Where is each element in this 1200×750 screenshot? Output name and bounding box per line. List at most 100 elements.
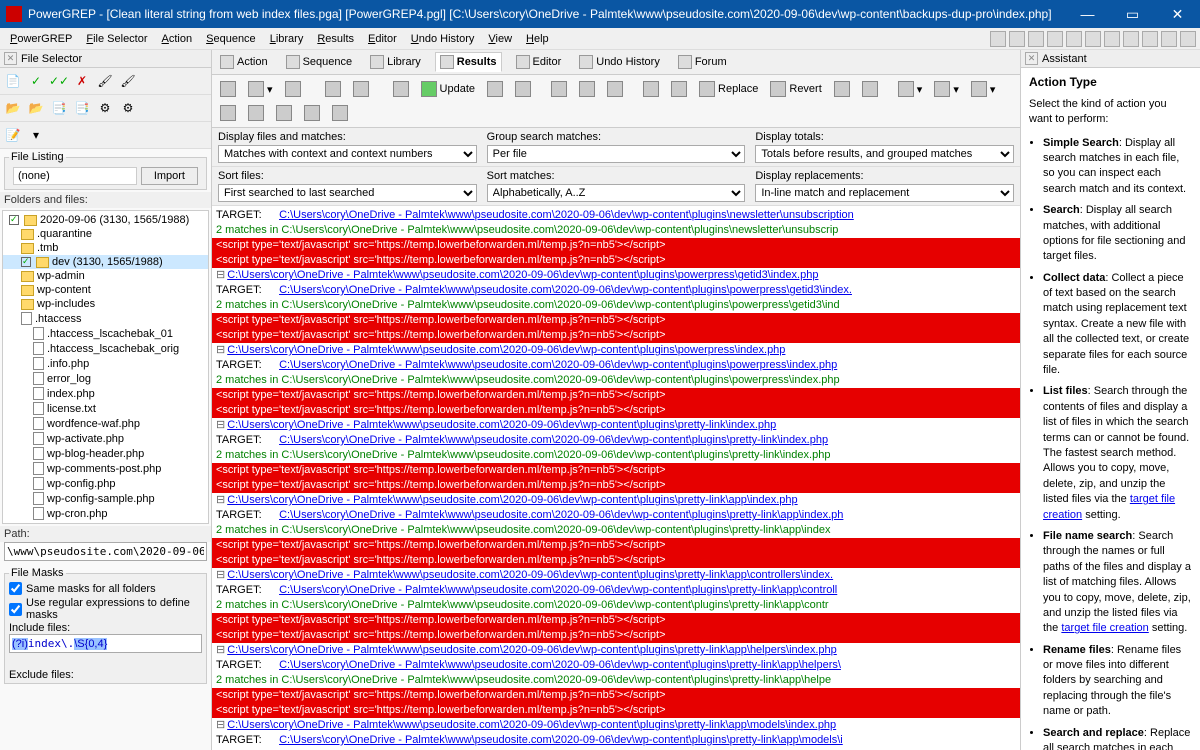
tree-item[interactable]: wp-blog-header.php bbox=[3, 446, 208, 461]
tree-item[interactable]: wordfence-waf.php bbox=[3, 416, 208, 431]
fs-btn[interactable]: 📑 bbox=[48, 97, 70, 119]
tree-item[interactable]: wp-config-sample.php bbox=[3, 491, 208, 506]
result-file-link[interactable]: C:\Users\cory\OneDrive - Palmtek\www\pse… bbox=[212, 268, 1020, 283]
result-match-line[interactable]: <script type='text/javascript' src='http… bbox=[212, 328, 1020, 343]
result-target[interactable]: TARGET: C:\Users\cory\OneDrive - Palmtek… bbox=[212, 733, 1020, 748]
replacements-select[interactable]: In-line match and replacement bbox=[755, 184, 1014, 202]
result-match-line[interactable]: <script type='text/javascript' src='http… bbox=[212, 463, 1020, 478]
fs-btn[interactable]: 📑 bbox=[71, 97, 93, 119]
tree-item[interactable]: wp-includes bbox=[3, 297, 208, 311]
result-target[interactable]: TARGET: C:\Users\cory\OneDrive - Palmtek… bbox=[212, 658, 1020, 673]
results-area[interactable]: TARGET: C:\Users\cory\OneDrive - Palmtek… bbox=[212, 206, 1020, 750]
toolbar-icon[interactable] bbox=[1085, 31, 1101, 47]
fs-btn[interactable]: ✗ bbox=[71, 70, 93, 92]
same-masks-checkbox[interactable] bbox=[9, 582, 22, 595]
result-match-line[interactable]: <script type='text/javascript' src='http… bbox=[212, 703, 1020, 718]
tb-btn[interactable] bbox=[388, 78, 414, 100]
fs-btn[interactable]: ✓✓ bbox=[48, 70, 70, 92]
fs-btn[interactable]: 🖌 bbox=[94, 70, 116, 92]
result-file-link[interactable]: C:\Users\cory\OneDrive - Palmtek\www\pse… bbox=[212, 643, 1020, 658]
menu-results[interactable]: Results bbox=[311, 31, 360, 47]
result-match-line[interactable]: <script type='text/javascript' src='http… bbox=[212, 613, 1020, 628]
tb-btn[interactable] bbox=[574, 78, 600, 100]
tab-library[interactable]: Library bbox=[366, 52, 425, 72]
result-target[interactable]: TARGET: C:\Users\cory\OneDrive - Palmtek… bbox=[212, 283, 1020, 298]
tb-btn[interactable] bbox=[546, 78, 572, 100]
result-match-line[interactable]: <script type='text/javascript' src='http… bbox=[212, 628, 1020, 643]
include-files-input[interactable]: (?i)index\.\S{0,4} bbox=[9, 634, 202, 653]
result-match-line[interactable]: <script type='text/javascript' src='http… bbox=[212, 313, 1020, 328]
use-regex-checkbox[interactable] bbox=[9, 603, 22, 616]
toolbar-icon[interactable] bbox=[1009, 31, 1025, 47]
menu-help[interactable]: Help bbox=[520, 31, 555, 47]
menu-undo-history[interactable]: Undo History bbox=[405, 31, 481, 47]
toolbar-icon[interactable] bbox=[1161, 31, 1177, 47]
result-target[interactable]: TARGET: C:\Users\cory\OneDrive - Palmtek… bbox=[212, 508, 1020, 523]
tree-item[interactable]: wp-config.php bbox=[3, 476, 208, 491]
path-input[interactable] bbox=[4, 542, 207, 561]
tb-btn[interactable]: ▾ bbox=[966, 78, 1001, 100]
tb-btn[interactable]: ▾ bbox=[893, 78, 928, 100]
toolbar-icon[interactable] bbox=[1066, 31, 1082, 47]
result-target[interactable]: TARGET: C:\Users\cory\OneDrive - Palmtek… bbox=[212, 208, 1020, 223]
result-match-line[interactable]: <script type='text/javascript' src='http… bbox=[212, 238, 1020, 253]
tree-item[interactable]: .info.php bbox=[3, 356, 208, 371]
fs-btn[interactable]: 🖌 bbox=[117, 70, 139, 92]
tb-btn[interactable] bbox=[327, 102, 353, 124]
result-match-line[interactable]: <script type='text/javascript' src='http… bbox=[212, 688, 1020, 703]
tb-btn[interactable] bbox=[482, 78, 508, 100]
fs-btn[interactable]: 📄 bbox=[2, 70, 24, 92]
tb-btn[interactable] bbox=[602, 78, 628, 100]
toolbar-icon[interactable] bbox=[1180, 31, 1196, 47]
tree-item[interactable]: dev (3130, 1565/1988) bbox=[3, 255, 208, 269]
tb-btn[interactable] bbox=[320, 78, 346, 100]
tb-btn[interactable]: ▾ bbox=[929, 78, 964, 100]
result-file-link[interactable]: C:\Users\cory\OneDrive - Palmtek\www\pse… bbox=[212, 418, 1020, 433]
fs-btn[interactable]: 📝 bbox=[2, 124, 24, 146]
result-file-link[interactable]: C:\Users\cory\OneDrive - Palmtek\www\pse… bbox=[212, 568, 1020, 583]
menu-sequence[interactable]: Sequence bbox=[200, 31, 262, 47]
sort-matches-select[interactable]: Alphabetically, A..Z bbox=[487, 184, 746, 202]
result-match-line[interactable]: <script type='text/javascript' src='http… bbox=[212, 553, 1020, 568]
assistant-link[interactable]: target file creation bbox=[1061, 622, 1148, 634]
tree-item[interactable]: error_log bbox=[3, 371, 208, 386]
menu-powergrep[interactable]: PowerGREP bbox=[4, 31, 78, 47]
menu-library[interactable]: Library bbox=[264, 31, 310, 47]
tree-item[interactable]: .htaccess_lscachebak_01 bbox=[3, 326, 208, 341]
fs-btn[interactable]: 📂 bbox=[25, 97, 47, 119]
tree-item[interactable]: .htaccess_lscachebak_orig bbox=[3, 341, 208, 356]
minimize-button[interactable]: — bbox=[1065, 0, 1110, 28]
tb-btn[interactable] bbox=[510, 78, 536, 100]
tb-btn[interactable] bbox=[299, 102, 325, 124]
tb-btn[interactable] bbox=[243, 102, 269, 124]
tree-item[interactable]: .quarantine bbox=[3, 227, 208, 241]
result-file-link[interactable]: C:\Users\cory\OneDrive - Palmtek\www\pse… bbox=[212, 718, 1020, 733]
close-button[interactable]: ✕ bbox=[1155, 0, 1200, 28]
assistant-link[interactable]: target file creation bbox=[1043, 493, 1175, 520]
result-match-line[interactable]: <script type='text/javascript' src='http… bbox=[212, 403, 1020, 418]
tab-action[interactable]: Action bbox=[216, 52, 272, 72]
fs-btn[interactable]: ✓ bbox=[25, 70, 47, 92]
import-button[interactable]: Import bbox=[141, 167, 198, 185]
tree-item[interactable]: wp-comments-post.php bbox=[3, 461, 208, 476]
tb-btn[interactable] bbox=[348, 78, 374, 100]
toolbar-icon[interactable] bbox=[1047, 31, 1063, 47]
tree-item[interactable]: wp-content bbox=[3, 283, 208, 297]
maximize-button[interactable]: ▭ bbox=[1110, 0, 1155, 28]
result-target[interactable]: TARGET: C:\Users\cory\OneDrive - Palmtek… bbox=[212, 583, 1020, 598]
result-match-line[interactable]: <script type='text/javascript' src='http… bbox=[212, 538, 1020, 553]
tb-btn[interactable] bbox=[829, 78, 855, 100]
fs-btn[interactable]: ⚙ bbox=[117, 97, 139, 119]
tree-item[interactable]: wp-cron.php bbox=[3, 506, 208, 521]
sort-files-select[interactable]: First searched to last searched bbox=[218, 184, 477, 202]
toolbar-icon[interactable] bbox=[1123, 31, 1139, 47]
tb-btn[interactable] bbox=[638, 78, 664, 100]
tree-item[interactable]: .tmb bbox=[3, 241, 208, 255]
result-file-link[interactable]: C:\Users\cory\OneDrive - Palmtek\www\pse… bbox=[212, 493, 1020, 508]
fs-btn[interactable]: ⚙ bbox=[94, 97, 116, 119]
display-files-select[interactable]: Matches with context and context numbers bbox=[218, 145, 477, 163]
result-match-line[interactable]: <script type='text/javascript' src='http… bbox=[212, 388, 1020, 403]
update-button[interactable]: Update bbox=[416, 78, 480, 100]
tb-btn[interactable] bbox=[271, 102, 297, 124]
toolbar-icon[interactable] bbox=[1028, 31, 1044, 47]
